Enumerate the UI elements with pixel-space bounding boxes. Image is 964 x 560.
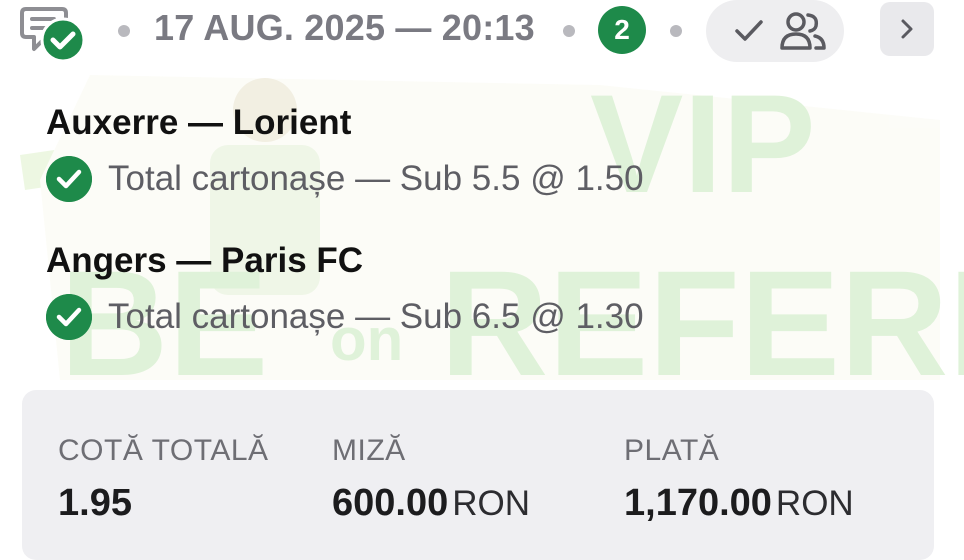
stake-currency: RON [452,484,531,523]
check-circle-icon [46,294,92,340]
stake-label: MIZĂ [332,434,406,467]
ticket-check-icon [20,7,86,61]
people-icon [780,12,826,50]
match-title: Angers — Paris FC [46,241,364,280]
stake: MIZĂ 600.00 RON [332,434,530,525]
separator-dot [118,25,130,37]
stake-value: 600.00 [332,482,449,524]
shared-status-button[interactable] [706,0,844,62]
bet-description: Total cartonașe — Sub 6.5 @ 1.30 [108,297,644,336]
total-odds-label: COTĂ TOTALĂ [58,434,269,467]
payout-label: PLATĂ [624,434,720,467]
selection-count-badge: 2 [598,6,646,54]
ticket-header: 17 AUG. 2025 — 20:13 2 [0,0,964,62]
payout-currency: RON [775,484,854,523]
match-title: Auxerre — Lorient [46,103,352,142]
expand-button[interactable] [880,2,934,56]
separator-dot [670,25,682,37]
bet-description: Total cartonașe — Sub 5.5 @ 1.50 [108,159,644,198]
total-odds-value: 1.95 [58,482,132,524]
chevron-right-icon [901,19,913,39]
total-odds: COTĂ TOTALĂ 1.95 [58,434,269,525]
payout: PLATĂ 1,170.00 RON [624,434,854,525]
check-circle-icon [46,156,92,202]
payout-value: 1,170.00 [624,482,772,524]
checkmark-icon [735,20,763,41]
bet-summary-card: COTĂ TOTALĂ 1.95 MIZĂ 600.00 RON PLATĂ 1,… [22,390,934,560]
bet-datetime: 17 AUG. 2025 — 20:13 [154,7,535,48]
separator-dot [563,25,575,37]
